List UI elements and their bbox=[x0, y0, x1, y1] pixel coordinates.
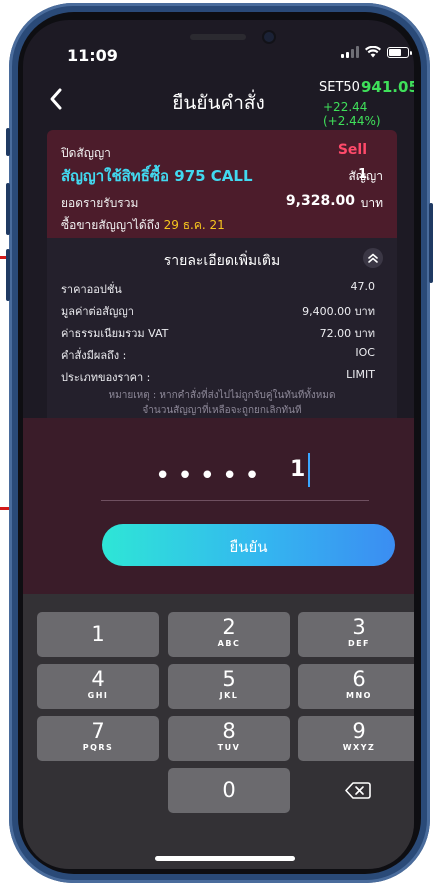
trade-until-date: 29 ธ.ค. 21 bbox=[163, 218, 225, 232]
pin-last-digit: 1 bbox=[290, 457, 306, 482]
key-letters: PQRS bbox=[82, 743, 114, 752]
order-side-badge: Sell bbox=[337, 142, 367, 158]
detail-label: ราคาออปชั่น bbox=[61, 283, 122, 296]
status-icons bbox=[341, 46, 412, 58]
key-digit: 7 bbox=[91, 719, 105, 743]
app-screen: 11:09 ยืนยันคำสั่ง SET50 941.05 +22.44 (… bbox=[23, 20, 414, 869]
phone-side-button-silent bbox=[6, 128, 10, 156]
pin-text-cursor bbox=[308, 453, 310, 487]
keypad-key-6[interactable]: 6 MNO bbox=[298, 664, 414, 709]
key-letters: ABC bbox=[217, 639, 241, 648]
key-letters: MNO bbox=[346, 691, 372, 700]
cellular-signal-icon bbox=[341, 46, 359, 58]
keypad-delete-button[interactable] bbox=[298, 768, 414, 813]
detail-label: คำสั่งมีผลถึง : bbox=[61, 349, 127, 362]
details-note-line-2: จำนวนสัญญาที่เหลือจะถูกยกเลิกทันที bbox=[142, 405, 302, 416]
detail-row-option-price: ราคาออปชั่น 47.0 bbox=[61, 280, 375, 298]
collapse-details-button[interactable] bbox=[363, 248, 383, 268]
index-name: SET50 bbox=[319, 80, 360, 95]
position-label: ปิดสัญญา bbox=[61, 146, 111, 160]
wifi-icon bbox=[365, 46, 381, 58]
detail-label: มูลค่าต่อสัญญา bbox=[61, 305, 134, 318]
keypad-key-8[interactable]: 8 TUV bbox=[168, 716, 290, 761]
total-unit: บาท bbox=[360, 196, 383, 210]
trade-until-label: ซื้อขายสัญญาได้ถึง bbox=[61, 218, 160, 232]
detail-value: 47.0 bbox=[350, 280, 376, 293]
pin-input-underline[interactable] bbox=[101, 500, 369, 501]
phone-side-button-power bbox=[429, 203, 433, 283]
status-bar: 11:09 bbox=[23, 20, 414, 74]
details-title: รายละเอียดเพิ่มเติม bbox=[163, 253, 281, 269]
front-camera bbox=[264, 32, 274, 42]
speaker-notch bbox=[190, 34, 246, 40]
keypad-key-2[interactable]: 2 ABC bbox=[168, 612, 290, 657]
pin-masked-digits: ••••• bbox=[155, 461, 267, 491]
key-digit: 5 bbox=[222, 667, 236, 691]
detail-label: ค่าธรรมเนียมรวม VAT bbox=[61, 327, 169, 340]
key-digit: 3 bbox=[352, 615, 366, 639]
keypad-key-4[interactable]: 4 GHI bbox=[37, 664, 159, 709]
keypad-key-1[interactable]: 1 bbox=[37, 612, 159, 657]
index-change: +22.44 (+2.44%) bbox=[323, 100, 381, 128]
key-letters: GHI bbox=[87, 691, 109, 700]
backspace-icon bbox=[345, 782, 371, 799]
key-digit: 6 bbox=[352, 667, 366, 691]
phone-side-button-volume-up bbox=[6, 183, 10, 235]
details-panel: รายละเอียดเพิ่มเติม ราคาออปชั่น 47.0 มูล… bbox=[47, 238, 397, 418]
index-value: 941.05 bbox=[361, 78, 414, 96]
battery-icon bbox=[387, 46, 412, 58]
detail-row-validity: คำสั่งมีผลถึง : IOC bbox=[61, 346, 375, 364]
phone-side-button-volume-down bbox=[6, 249, 10, 301]
order-summary-card: ปิดสัญญา Sell สัญญาใช้สิทธิ์ซื้อ 975 CAL… bbox=[47, 130, 397, 238]
detail-row-fee: ค่าธรรมเนียมรวม VAT 72.00 บาท bbox=[61, 324, 375, 342]
contract-quantity-unit: สัญญา bbox=[348, 169, 383, 183]
total-value: 9,328.00 bbox=[285, 193, 355, 209]
home-indicator[interactable] bbox=[155, 856, 295, 861]
detail-value: LIMIT bbox=[346, 368, 375, 381]
double-chevron-up-icon bbox=[368, 253, 378, 263]
key-digit: 4 bbox=[91, 667, 105, 691]
key-digit: 1 bbox=[91, 622, 105, 646]
key-digit: 2 bbox=[222, 615, 236, 639]
keypad-key-0[interactable]: 0 bbox=[168, 768, 290, 813]
detail-value: 9,400.00 บาท bbox=[302, 305, 375, 318]
detail-label: ประเภทของราคา : bbox=[61, 371, 151, 384]
keypad-key-5[interactable]: 5 JKL bbox=[168, 664, 290, 709]
key-digit: 0 bbox=[222, 778, 236, 802]
detail-row-value-per-contract: มูลค่าต่อสัญญา 9,400.00 บาท bbox=[61, 302, 375, 320]
status-time: 11:09 bbox=[67, 46, 118, 65]
confirm-button-label: ยืนยัน bbox=[229, 538, 268, 556]
detail-value: IOC bbox=[355, 346, 375, 359]
key-digit: 9 bbox=[352, 719, 366, 743]
contract-name: สัญญาใช้สิทธิ์ซื้อ 975 CALL bbox=[61, 167, 253, 185]
key-letters: TUV bbox=[217, 743, 241, 752]
key-digit: 8 bbox=[222, 719, 236, 743]
total-label: ยอดรายรับรวม bbox=[61, 196, 139, 210]
detail-value: 72.00 บาท bbox=[319, 327, 375, 340]
confirm-button[interactable]: ยืนยัน bbox=[102, 524, 395, 566]
keypad-key-7[interactable]: 7 PQRS bbox=[37, 716, 159, 761]
keypad-key-9[interactable]: 9 WXYZ bbox=[298, 716, 414, 761]
trade-until: ซื้อขายสัญญาได้ถึง 29 ธ.ค. 21 bbox=[61, 216, 225, 235]
key-letters: JKL bbox=[219, 691, 239, 700]
keypad-key-3[interactable]: 3 DEF bbox=[298, 612, 414, 657]
pin-entry-panel bbox=[23, 418, 414, 594]
details-note-line-1: หมายเหตุ : หากคำสั่งที่ส่งไปไม่ถูกจับคู่… bbox=[108, 390, 336, 401]
detail-row-price-type: ประเภทของราคา : LIMIT bbox=[61, 368, 375, 386]
key-letters: WXYZ bbox=[342, 743, 376, 752]
key-letters: DEF bbox=[347, 639, 371, 648]
